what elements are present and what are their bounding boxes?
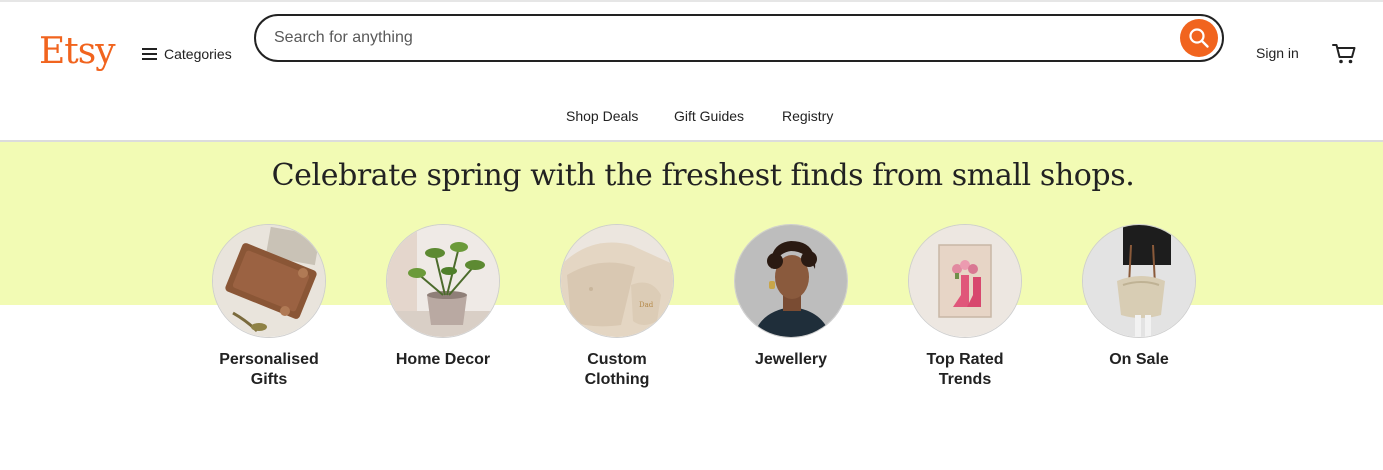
category-label: Custom (587, 351, 647, 368)
search-bar[interactable] (254, 14, 1224, 62)
nav-shop-deals[interactable]: Shop Deals (566, 108, 638, 124)
leather-card-image (212, 224, 326, 338)
cart-button[interactable] (1331, 40, 1357, 66)
category-label: Personalised (219, 351, 319, 368)
etsy-logo[interactable]: Etsy (39, 30, 116, 74)
sign-in-link[interactable]: Sign in (1256, 45, 1299, 61)
category-label: Gifts (250, 371, 288, 388)
search-icon (1189, 28, 1209, 48)
category-label: Clothing (584, 371, 650, 388)
cowboy-boots-print-image (908, 224, 1022, 338)
top-border (0, 0, 1383, 2)
categories-label: Categories (164, 46, 232, 62)
categories-button[interactable]: Categories (142, 44, 232, 64)
potted-plant-image (386, 224, 500, 338)
category-home-decor[interactable]: Home Decor (373, 224, 513, 370)
banner-headline: Celebrate spring with the freshest finds… (271, 158, 1135, 193)
hamburger-menu-icon (142, 48, 157, 60)
sweatshirt-image: Dad (560, 224, 674, 338)
nav-gift-guides[interactable]: Gift Guides (674, 108, 744, 124)
category-label: Trends (938, 371, 992, 388)
category-jewellery[interactable]: Jewellery (721, 224, 861, 370)
search-input[interactable] (274, 26, 1164, 50)
category-label: Jewellery (754, 351, 828, 368)
sub-navigation: Shop Deals Gift Guides Registry (0, 108, 1383, 128)
category-label: On Sale (1109, 351, 1169, 368)
handbag-image (1082, 224, 1196, 338)
category-custom-clothing[interactable]: Dad Custom Clothing (547, 224, 687, 390)
category-label: Home Decor (395, 351, 491, 368)
search-button[interactable] (1180, 19, 1218, 57)
category-personalised-gifts[interactable]: Personalised Gifts (199, 224, 339, 390)
category-top-rated-trends[interactable]: Top Rated Trends (895, 224, 1035, 390)
category-label: Top Rated (926, 351, 1004, 368)
svg-text:Dad: Dad (639, 301, 654, 309)
woman-earrings-image (734, 224, 848, 338)
shopping-cart-icon (1332, 44, 1356, 64)
category-on-sale[interactable]: On Sale (1069, 224, 1209, 370)
nav-registry[interactable]: Registry (782, 108, 833, 124)
